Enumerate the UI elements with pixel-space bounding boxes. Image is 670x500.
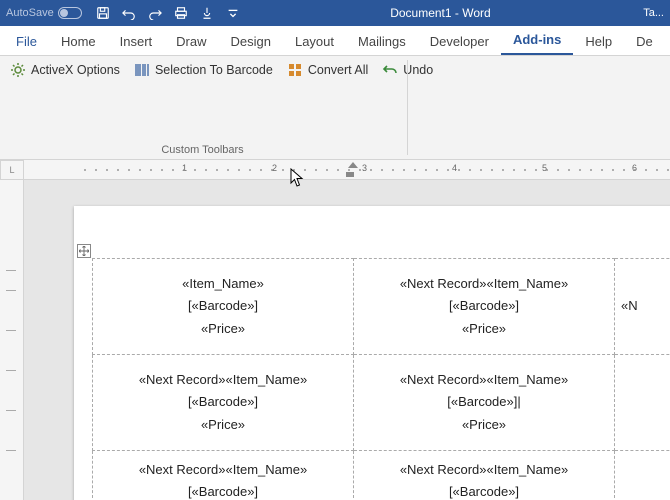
table-row: «Next Record»«Item_Name» [«Barcode»] «Ne… — [93, 451, 670, 500]
ruler-tick-6: 6 — [632, 163, 637, 173]
convert-all-button[interactable]: Convert All — [287, 62, 368, 78]
ruler-tick-5: 5 — [542, 163, 547, 173]
autosave-pill[interactable] — [58, 7, 82, 19]
tab-mailings[interactable]: Mailings — [346, 28, 418, 55]
touch-mode-icon[interactable] — [196, 2, 218, 24]
tab-draw[interactable]: Draw — [164, 28, 218, 55]
title-bar: AutoSave Document1 - Word Ta... — [0, 0, 670, 26]
label-cell[interactable]: «Next Record»«Item_Name» [«Barcode»] — [354, 451, 615, 500]
undo-icon[interactable] — [118, 2, 140, 24]
merge-field: [«Barcode»] — [93, 481, 353, 500]
ruler-tick-2: 2 — [272, 163, 277, 173]
merge-field: [«Barcode»] — [354, 481, 614, 500]
vertical-ruler[interactable] — [0, 180, 24, 500]
barcode-icon — [134, 62, 150, 78]
merge-field: «Price» — [354, 318, 614, 340]
page-viewport[interactable]: «Item_Name» [«Barcode»] «Price» «Next Re… — [24, 180, 670, 500]
tab-developer[interactable]: Developer — [418, 28, 501, 55]
merge-field: «Next Record»«Item_Name» — [354, 369, 614, 391]
horizontal-ruler[interactable]: 1 2 3 4 5 6 — [24, 160, 670, 180]
tab-insert[interactable]: Insert — [108, 28, 165, 55]
user-badge[interactable]: Ta... — [637, 7, 670, 19]
print-icon[interactable] — [170, 2, 192, 24]
gear-icon — [10, 62, 26, 78]
ribbon-tabs: File Home Insert Draw Design Layout Mail… — [0, 26, 670, 56]
autosave-toggle[interactable]: AutoSave — [6, 7, 82, 19]
qat-dropdown-icon[interactable] — [222, 2, 244, 24]
merge-field: «Item_Name» — [93, 273, 353, 295]
activex-options-label: ActiveX Options — [31, 63, 120, 77]
merge-field: [«Barcode»] — [93, 295, 353, 317]
merge-field: [«Barcode»] — [354, 295, 614, 317]
labels-table: «Item_Name» [«Barcode»] «Price» «Next Re… — [92, 258, 670, 500]
save-icon[interactable] — [92, 2, 114, 24]
label-cell[interactable]: «Next Record»«Item_Name» [«Barcode»]| «P… — [354, 355, 615, 451]
ruler-tick-3: 3 — [362, 163, 367, 173]
label-cell[interactable]: «Next Record»«Item_Name» [«Barcode»] — [93, 451, 354, 500]
ribbon-separator — [407, 60, 408, 155]
merge-field: «Price» — [93, 414, 353, 436]
undo-arrow-icon — [382, 62, 398, 78]
label-cell[interactable]: «Item_Name» [«Barcode»] «Price» — [93, 259, 354, 355]
document-title: Document1 - Word — [244, 6, 638, 20]
merge-field: «Next Record»«Item_Name» — [354, 273, 614, 295]
redo-icon[interactable] — [144, 2, 166, 24]
grid-icon — [287, 62, 303, 78]
table-row: «Item_Name» [«Barcode»] «Price» «Next Re… — [93, 259, 670, 355]
ruler-tick-4: 4 — [452, 163, 457, 173]
merge-field: [«Barcode»]| — [354, 391, 614, 413]
ribbon: ActiveX Options Selection To Barcode Con… — [0, 56, 670, 160]
merge-field: «Next Record»«Item_Name» — [93, 369, 353, 391]
tab-extra[interactable]: De — [624, 28, 653, 55]
document-area: L 1 2 3 4 5 6 «Item_Name» [«Bar — [0, 160, 670, 500]
move-icon — [79, 246, 89, 256]
tab-home[interactable]: Home — [49, 28, 108, 55]
merge-field: «Next Record»«Item_Name» — [93, 459, 353, 481]
table-move-handle[interactable] — [77, 244, 91, 258]
tab-layout[interactable]: Layout — [283, 28, 346, 55]
selection-to-barcode-label: Selection To Barcode — [155, 63, 273, 77]
label-cell[interactable]: «N — [615, 259, 670, 355]
tab-design[interactable]: Design — [219, 28, 283, 55]
indent-marker-bottom-icon[interactable] — [346, 172, 354, 177]
table-row: «Next Record»«Item_Name» [«Barcode»] «Pr… — [93, 355, 670, 451]
merge-field: [«Barcode»] — [93, 391, 353, 413]
page: «Item_Name» [«Barcode»] «Price» «Next Re… — [74, 206, 670, 500]
tab-help[interactable]: Help — [573, 28, 624, 55]
merge-field: «Price» — [93, 318, 353, 340]
label-cell[interactable] — [615, 355, 670, 451]
selection-to-barcode-button[interactable]: Selection To Barcode — [134, 62, 273, 78]
ruler-tick-1: 1 — [182, 163, 187, 173]
label-cell[interactable]: «Next Record»«Item_Name» [«Barcode»] «Pr… — [93, 355, 354, 451]
merge-field: «Next Record»«Item_Name» — [354, 459, 614, 481]
tab-addins[interactable]: Add-ins — [501, 26, 573, 55]
label-cell[interactable]: «Next Record»«Item_Name» [«Barcode»] «Pr… — [354, 259, 615, 355]
convert-all-label: Convert All — [308, 63, 368, 77]
activex-options-button[interactable]: ActiveX Options — [10, 62, 120, 78]
ruler-corner[interactable]: L — [0, 160, 24, 180]
label-cell[interactable] — [615, 451, 670, 500]
autosave-label: AutoSave — [6, 7, 54, 19]
merge-field: «Price» — [354, 414, 614, 436]
tab-file[interactable]: File — [4, 28, 49, 55]
indent-marker-top-icon[interactable] — [348, 162, 358, 168]
ribbon-group-label: Custom Toolbars — [0, 144, 405, 156]
mouse-cursor-icon — [290, 168, 304, 188]
merge-field: «N — [621, 295, 670, 317]
